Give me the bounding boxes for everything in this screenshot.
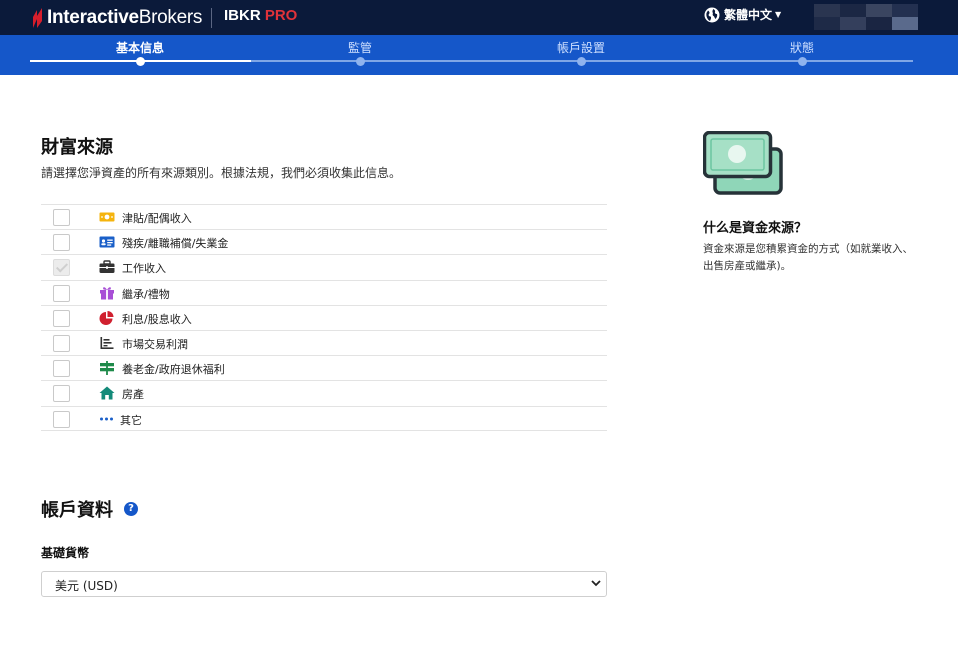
wealth-source-row[interactable]: 其它 — [41, 405, 607, 431]
step-regulatory[interactable]: 監管 — [300, 39, 420, 56]
wealth-source-list: 津貼/配偶收入 殘疾/離職補償/失業金 工作收入 繼承/禮物 利息/股息收入 市… — [41, 204, 607, 431]
account-section-title: 帳戶資料 — [41, 500, 113, 521]
wealth-source-label: 市場交易利潤 — [122, 337, 188, 351]
wealth-source-row[interactable]: 房產 — [41, 380, 607, 405]
language-label: 繁體中文 — [724, 8, 773, 22]
base-currency-value: 美元 (USD) — [55, 579, 118, 593]
id-card-icon — [99, 236, 115, 248]
chevron-down-icon — [591, 580, 601, 587]
wealth-section-subtitle: 請選擇您淨資產的所有來源類別。根據法規，我們必須收集此信息。 — [41, 166, 402, 180]
globe-icon — [704, 7, 720, 22]
wealth-source-label: 殘疾/離職補償/失業金 — [122, 237, 229, 251]
wealth-source-row[interactable]: 工作收入 — [41, 254, 607, 279]
wealth-source-label: 利息/股息收入 — [122, 312, 192, 326]
wealth-source-checkbox[interactable] — [53, 385, 70, 403]
wealth-source-label: 津貼/配偶收入 — [122, 212, 192, 225]
wealth-source-checkbox[interactable] — [53, 360, 70, 378]
wealth-source-checkbox[interactable] — [53, 209, 70, 226]
base-currency-select[interactable]: 美元 (USD) — [41, 571, 607, 597]
wealth-source-label: 繼承/禮物 — [122, 287, 170, 301]
step-basic-info[interactable]: 基本信息 — [80, 39, 200, 56]
wealth-source-checkbox-disabled[interactable] — [53, 259, 70, 277]
step-dot-basic-info — [135, 57, 145, 66]
side-info-text: 資金來源是您積累資金的方式（如就業收入、出售房產或繼承)。 — [703, 243, 913, 272]
top-header: InteractiveBrokers IBKR PRO 繁體中文 ▼ — [0, 0, 958, 35]
house-icon — [99, 386, 115, 400]
base-currency-label: 基礎貨幣 — [41, 546, 90, 560]
wealth-source-checkbox[interactable] — [53, 234, 70, 252]
wealth-source-label: 養老金/政府退休福利 — [122, 363, 225, 377]
signpost-icon — [100, 361, 114, 376]
wealth-source-checkbox[interactable] — [53, 309, 70, 327]
step-dot-regulatory — [355, 57, 365, 66]
step-account-setup[interactable]: 帳戶設置 — [521, 39, 641, 56]
wealth-source-row[interactable]: 利息/股息收入 — [41, 304, 607, 330]
wealth-section-title: 財富來源 — [41, 137, 113, 158]
bar-chart-icon — [100, 336, 114, 349]
money-bill-icon — [99, 212, 115, 222]
wealth-source-label: 房產 — [122, 388, 144, 402]
wealth-source-checkbox[interactable] — [53, 410, 70, 428]
gift-icon — [100, 286, 114, 300]
wealth-source-checkbox[interactable] — [53, 284, 70, 302]
logo-text: InteractiveBrokers — [47, 7, 203, 28]
wealth-source-checkbox[interactable] — [53, 334, 70, 352]
cash-bills-illustration-icon — [703, 131, 783, 195]
interactive-brokers-logo[interactable]: InteractiveBrokers — [30, 5, 202, 31]
progress-stepper: 基本信息 監管 帳戶設置 狀態 — [0, 35, 958, 75]
step-dot-account-setup — [576, 57, 586, 66]
wealth-source-row[interactable]: 繼承/禮物 — [41, 279, 607, 305]
header-divider — [211, 8, 212, 28]
wealth-source-label: 工作收入 — [122, 262, 166, 276]
help-question-icon[interactable]: ? — [124, 502, 138, 516]
product-name: IBKR PRO — [224, 7, 298, 24]
wealth-source-row[interactable]: 養老金/政府退休福利 — [41, 355, 607, 380]
user-account-redacted[interactable] — [814, 4, 918, 30]
wealth-source-label: 其它 — [120, 413, 142, 427]
pie-chart-icon — [99, 310, 114, 325]
wealth-source-row[interactable]: 市場交易利潤 — [41, 329, 607, 355]
ellipsis-icon — [100, 417, 113, 420]
step-dot-status — [797, 57, 807, 66]
language-selector[interactable]: 繁體中文 ▼ — [704, 6, 781, 23]
ib-flame-icon — [33, 8, 42, 28]
caret-down-icon: ▼ — [775, 10, 782, 19]
side-info-title: 什么是資金來源？ — [703, 221, 808, 236]
briefcase-icon — [99, 260, 115, 274]
wealth-source-row[interactable]: 殘疾/離職補償/失業金 — [41, 229, 607, 254]
step-status[interactable]: 狀態 — [742, 39, 862, 56]
wealth-source-row[interactable]: 津貼/配偶收入 — [41, 204, 607, 229]
